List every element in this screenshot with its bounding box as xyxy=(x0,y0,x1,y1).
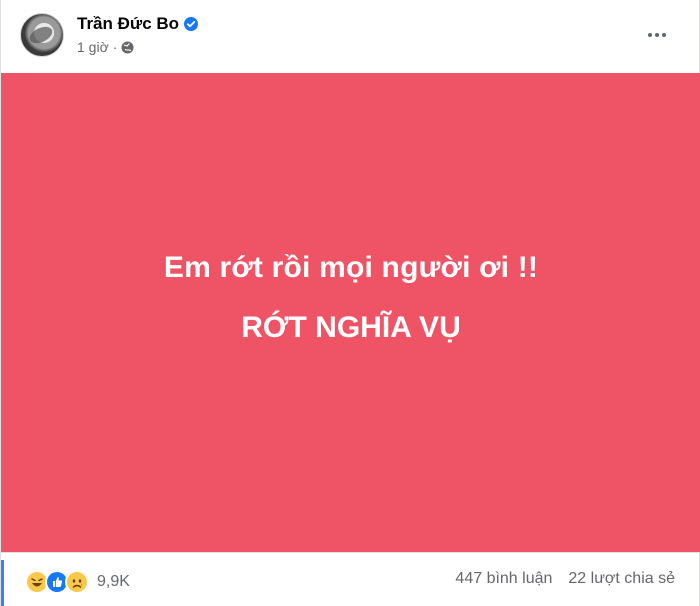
author-name[interactable]: Trần Đức Bo xyxy=(77,14,179,34)
author-row: Trần Đức Bo xyxy=(77,14,199,34)
facebook-post: Trần Đức Bo 1 giờ · Em rớt rồi mọi người… xyxy=(0,0,700,606)
meta-separator: · xyxy=(112,39,118,55)
post-footer: 9,9K 447 bình luận 22 lượt chia sẻ xyxy=(1,552,699,606)
reactions-summary[interactable]: 9,9K xyxy=(25,570,130,594)
sad-icon xyxy=(65,570,89,594)
comments-count[interactable]: 447 bình luận xyxy=(455,570,552,588)
post-header: Trần Đức Bo 1 giờ · xyxy=(1,0,699,73)
dot-icon xyxy=(648,33,652,37)
dot-icon xyxy=(662,33,666,37)
post-stats: 447 bình luận 22 lượt chia sẻ xyxy=(455,570,675,588)
image-text-line1: Em rớt rồi mọi người ơi !! xyxy=(163,250,539,284)
reaction-count: 9,9K xyxy=(97,573,130,590)
avatar[interactable] xyxy=(20,13,64,57)
shares-count[interactable]: 22 lượt chia sẻ xyxy=(568,570,675,588)
post-time[interactable]: 1 giờ xyxy=(77,39,109,55)
dot-icon xyxy=(655,33,659,37)
image-text-line2: RỚT NGHĨA VỤ xyxy=(241,310,461,344)
globe-icon[interactable] xyxy=(121,41,134,54)
post-meta: 1 giờ · xyxy=(77,39,134,55)
post-image[interactable]: Em rớt rồi mọi người ơi !! RỚT NGHĨA VỤ xyxy=(1,73,700,552)
more-options-button[interactable] xyxy=(641,23,673,47)
verified-badge-icon xyxy=(184,17,199,31)
